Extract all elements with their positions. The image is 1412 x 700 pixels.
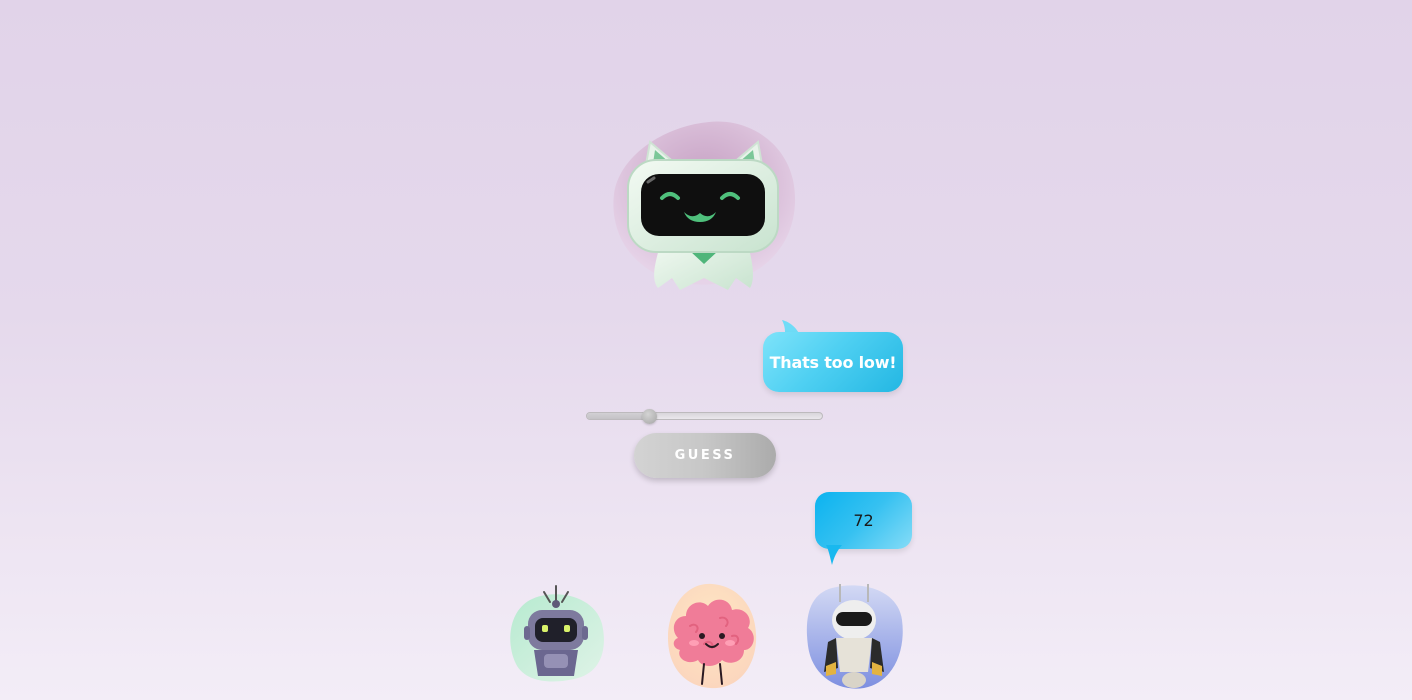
cat-robot-host-icon xyxy=(613,121,796,290)
player-guess-bubble: 72 xyxy=(815,492,912,549)
purple-robot-icon[interactable] xyxy=(504,580,608,692)
pink-brain-icon[interactable] xyxy=(660,580,764,692)
guess-slider[interactable] xyxy=(586,412,823,420)
guess-button[interactable]: GUESS xyxy=(634,433,776,478)
player-guess-bubble-tail xyxy=(826,545,842,565)
white-android-icon[interactable] xyxy=(802,580,906,692)
host-speech-bubble: Thats too low! xyxy=(763,332,903,392)
guess-slider-fill xyxy=(587,413,651,419)
guess-slider-thumb[interactable] xyxy=(642,409,658,424)
